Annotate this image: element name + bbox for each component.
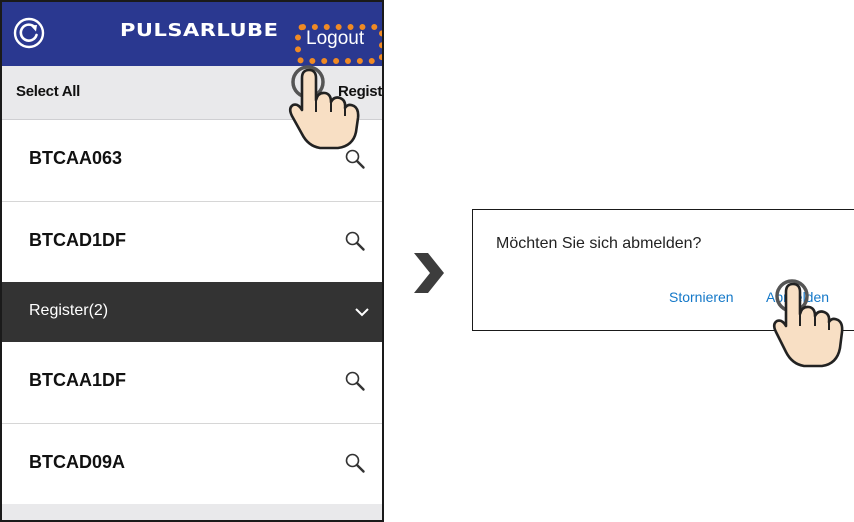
search-icon[interactable]: [344, 370, 366, 392]
refresh-icon[interactable]: [12, 16, 46, 50]
phone-screen: PULSARLUBE Logout Select All Register BT…: [0, 0, 384, 522]
search-icon[interactable]: [344, 230, 366, 252]
pointing-hand-icon: [288, 65, 360, 150]
search-icon[interactable]: [344, 452, 366, 474]
chevron-right-icon: [414, 253, 444, 293]
device-id: BTCAD1DF: [29, 230, 126, 250]
select-all-button[interactable]: Select All: [16, 83, 80, 100]
device-id: BTCAA063: [29, 148, 123, 168]
group-label: Register(2): [29, 302, 109, 319]
device-item[interactable]: BTCAA1DF: [2, 342, 382, 424]
device-id: BTCAD09A: [29, 452, 126, 472]
logout-highlight-marker: [295, 24, 382, 64]
device-item[interactable]: BTCAD09A: [2, 424, 382, 506]
app-logo: PULSARLUBE: [120, 20, 279, 41]
device-id: BTCAA1DF: [29, 370, 126, 390]
list-footer: [2, 504, 382, 520]
register-group-header[interactable]: Register(2): [2, 282, 382, 342]
cancel-button[interactable]: Stornieren: [669, 289, 734, 305]
pointing-hand-icon: [772, 279, 844, 368]
device-item[interactable]: BTCAD1DF: [2, 202, 382, 284]
dialog-message: Möchten Sie sich abmelden?: [496, 235, 702, 252]
chevron-down-icon: [355, 308, 369, 317]
